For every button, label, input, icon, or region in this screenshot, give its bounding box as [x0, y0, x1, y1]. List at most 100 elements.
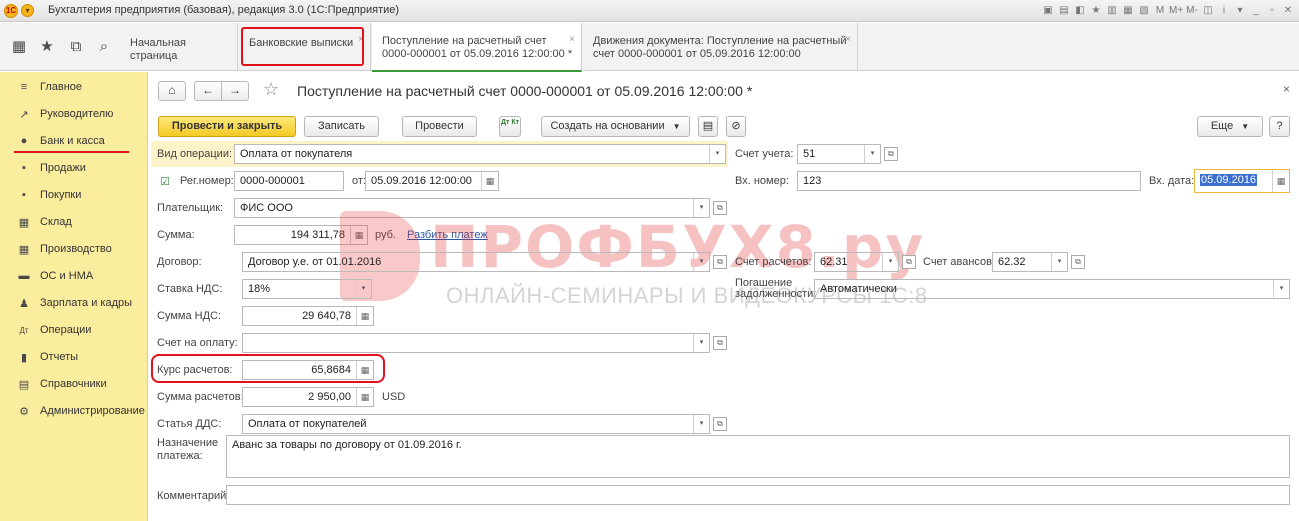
operation-type-select[interactable]: Оплата от покупателя ▾	[234, 144, 726, 164]
vat-amount-input[interactable]: 29 640,78 ▦	[242, 306, 374, 326]
titlebar-icon[interactable]: ▤	[1057, 3, 1071, 18]
payment-purpose-textarea[interactable]: Аванс за товары по договору от 01.09.201…	[226, 435, 1290, 478]
chevron-down-icon[interactable]: ▾	[1233, 3, 1247, 18]
invoice-select[interactable]: ▾	[242, 333, 710, 353]
forward-button[interactable]: →	[221, 81, 249, 101]
advance-account-select[interactable]: 62.32 ▾	[992, 252, 1068, 272]
chevron-down-icon[interactable]: ▾	[1051, 253, 1067, 271]
titlebar-icon[interactable]: ▣	[1041, 3, 1055, 18]
sidebar-item-production[interactable]: ▦ Производство	[16, 240, 112, 258]
sidebar-item-label: Банк и касса	[40, 135, 105, 147]
calculator-icon[interactable]: ▦	[356, 388, 373, 406]
search-icon[interactable]: ⌕	[95, 38, 113, 56]
titlebar-icon[interactable]: ▥	[1105, 3, 1119, 18]
chevron-down-icon: ▼	[672, 122, 681, 131]
tab-home[interactable]: Начальная страница	[120, 23, 238, 71]
calendar-icon[interactable]: ▦	[1272, 170, 1289, 192]
debt-repayment-select[interactable]: Автоматически ▾	[814, 279, 1290, 299]
sidebar-item-bank-cash[interactable]: ● Банк и касса	[16, 132, 105, 150]
minimize-icon[interactable]: _	[1249, 3, 1263, 18]
chevron-down-icon[interactable]: ▾	[693, 253, 709, 271]
advance-account-value: 62.32	[998, 256, 1026, 268]
sidebar-item-administration[interactable]: ⚙ Администрирование	[16, 402, 145, 420]
titlebar-icon[interactable]: ▦	[1121, 3, 1135, 18]
sidebar-item-payroll[interactable]: ♟ Зарплата и кадры	[16, 294, 132, 312]
open-icon[interactable]: ⧉	[713, 336, 727, 350]
open-icon[interactable]: ⧉	[713, 417, 727, 431]
open-icon[interactable]: ⧉	[713, 255, 727, 269]
incoming-number-input[interactable]: 123	[797, 171, 1141, 191]
form-close-icon[interactable]: ×	[1283, 82, 1290, 96]
tab-close-icon[interactable]: ×	[845, 33, 851, 46]
chevron-down-icon[interactable]: ▾	[693, 415, 709, 433]
help-button[interactable]: ?	[1269, 116, 1290, 137]
chevron-down-icon[interactable]: ▾	[693, 334, 709, 352]
post-button[interactable]: Провести	[402, 116, 477, 137]
sidebar-item-label: Руководителю	[40, 108, 114, 120]
ruble-coin-icon: ●	[20, 135, 28, 147]
open-icon[interactable]: ⧉	[902, 255, 916, 269]
open-icon[interactable]: ⧉	[884, 147, 898, 161]
post-and-close-button[interactable]: Провести и закрыть	[158, 116, 296, 137]
sidebar-item-fixed-assets[interactable]: ▬ ОС и НМА	[16, 267, 94, 285]
favorite-star-icon[interactable]: ☆	[263, 80, 279, 98]
settlement-amount-input[interactable]: 2 950,00 ▦	[242, 387, 374, 407]
comment-input[interactable]	[226, 485, 1290, 505]
chevron-down-icon[interactable]: ▾	[1273, 280, 1289, 298]
history-icon[interactable]: ⧉	[67, 38, 85, 56]
account-select[interactable]: 51 ▾	[797, 144, 881, 164]
date-input[interactable]: 05.09.2016 12:00:00 ▦	[365, 171, 499, 191]
reg-number-input[interactable]: 0000-000001	[234, 171, 344, 191]
calendar-icon[interactable]: ▦	[481, 172, 498, 190]
titlebar-icon[interactable]: ◧	[1073, 3, 1087, 18]
vat-rate-label: Ставка НДС:	[157, 283, 223, 295]
warehouse-icon: ▦	[18, 216, 30, 229]
print-icon[interactable]: ▤	[698, 116, 718, 137]
sidebar-item-main[interactable]: ≡ Главное	[16, 78, 82, 96]
sidebar-item-label: Склад	[40, 216, 72, 228]
dt-kt-icon[interactable]: Дт Кт	[499, 116, 521, 137]
memory-icon[interactable]: M	[1153, 3, 1167, 18]
sidebar-item-purchases[interactable]: ▪ Покупки	[16, 186, 81, 204]
sections-grid-icon[interactable]: ▦	[10, 38, 28, 56]
titlebar-icon[interactable]: ▧	[1137, 3, 1151, 18]
titlebar-icon[interactable]: ◫	[1201, 3, 1215, 18]
back-button[interactable]: ←	[194, 81, 222, 101]
save-button[interactable]: Записать	[304, 116, 379, 137]
chevron-down-icon[interactable]: ▾	[355, 280, 371, 298]
incoming-date-input[interactable]: 05.09.2016 ▦	[1194, 169, 1290, 193]
create-based-on-button[interactable]: Создать на основании ▼	[541, 116, 690, 137]
info-icon[interactable]: i	[1217, 3, 1231, 18]
sidebar-item-catalogs[interactable]: ▤ Справочники	[16, 375, 107, 393]
tab-close-icon[interactable]: ×	[569, 33, 575, 46]
tab-document-movements[interactable]: Движения документа: Поступление на расче…	[583, 23, 858, 71]
more-button[interactable]: Еще ▼	[1197, 116, 1263, 137]
sidebar-item-operations[interactable]: Дт Операции	[16, 321, 91, 339]
titlebar-icon[interactable]: ★	[1089, 3, 1103, 18]
advance-account-label: Счет авансов:	[923, 256, 996, 268]
attachment-icon[interactable]: ⊘	[726, 116, 746, 137]
sidebar-item-manager[interactable]: ↗ Руководителю	[16, 105, 113, 123]
chevron-down-icon[interactable]: ▾	[882, 253, 898, 271]
memory-minus-icon[interactable]: M-	[1185, 3, 1199, 18]
vat-rate-select[interactable]: 18% ▾	[242, 279, 372, 299]
settlement-account-select[interactable]: 62.31 ▾	[814, 252, 899, 272]
main-menu-icon[interactable]: ▾	[21, 4, 34, 17]
sidebar-item-warehouse[interactable]: ▦ Склад	[16, 213, 72, 231]
sidebar-item-reports[interactable]: ▮ Отчеты	[16, 348, 78, 366]
date-value: 05.09.2016 12:00:00	[371, 175, 472, 187]
sidebar-item-sales[interactable]: ▪ Продажи	[16, 159, 86, 177]
open-icon[interactable]: ⧉	[1071, 255, 1085, 269]
cash-flow-item-select[interactable]: Оплата от покупателей ▾	[242, 414, 710, 434]
contract-select[interactable]: Договор у.е. от 01.01.2016 ▾	[242, 252, 710, 272]
home-button[interactable]: ⌂	[158, 81, 186, 101]
favorites-star-icon[interactable]: ★	[38, 38, 56, 56]
memory-plus-icon[interactable]: M+	[1169, 3, 1183, 18]
chevron-down-icon[interactable]: ▾	[864, 145, 880, 163]
sidebar-item-label: Продажи	[40, 162, 86, 174]
calculator-icon[interactable]: ▦	[356, 307, 373, 325]
tab-receipt-document[interactable]: Поступление на расчетный счет 0000-00000…	[372, 23, 582, 72]
chevron-down-icon[interactable]: ▾	[709, 145, 725, 163]
maximize-icon[interactable]: ▫	[1265, 3, 1279, 18]
close-window-icon[interactable]: ✕	[1281, 3, 1295, 18]
